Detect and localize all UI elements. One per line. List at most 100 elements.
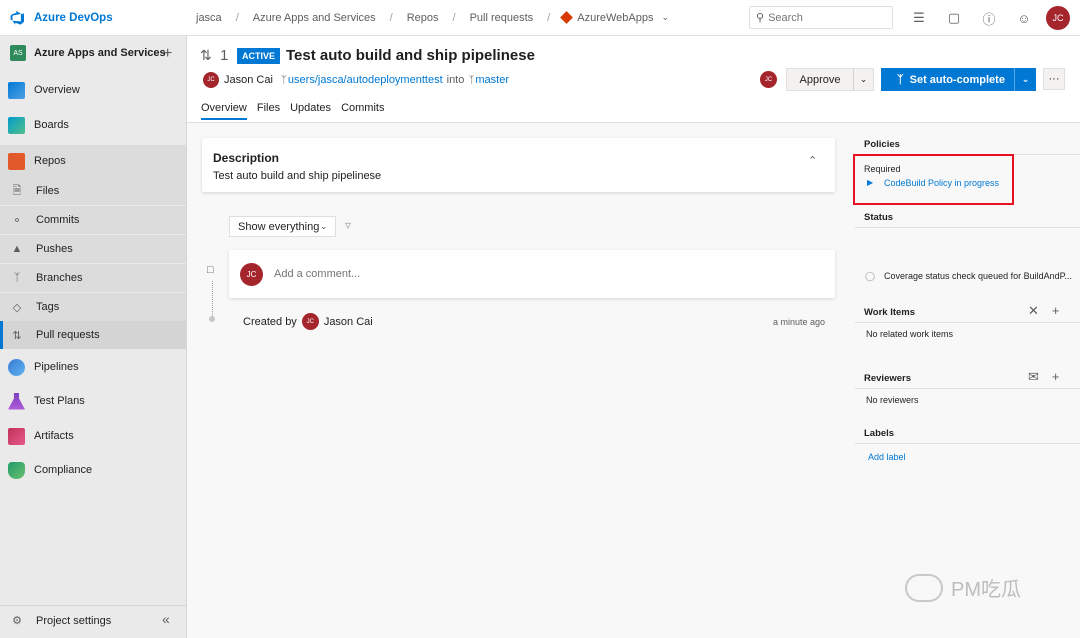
help-icon[interactable]: ⓘ [980,9,998,27]
pr-tabs: Overview Files Updates Commits [201,102,394,120]
sidebar-item-label: Boards [34,119,69,131]
into-label: into [446,74,465,86]
divider [855,388,1080,389]
brand[interactable]: Azure DevOps [0,10,187,26]
add-icon[interactable]: + [1052,369,1060,385]
timeline-dot [209,316,215,322]
comment-input[interactable] [274,268,814,280]
tab-updates[interactable]: Updates [290,102,331,120]
search-icon: ⚲ [756,12,765,24]
tab-files[interactable]: Files [257,102,280,120]
breadcrumb-project[interactable]: Azure Apps and Services [251,12,378,24]
chevron-up-icon[interactable]: ⌃ [808,154,817,167]
reviewers-actions: ✉ + [1015,369,1060,385]
mail-icon[interactable]: ✉ [1028,369,1039,385]
sidebar-item-pull-requests[interactable]: ⇅ Pull requests [0,321,186,349]
author-name[interactable]: Jason Cai [224,74,273,86]
sidebar-item-label: Test Plans [34,395,85,407]
work-items-title: Work Items [864,307,916,318]
comment-box[interactable]: JC [229,250,835,298]
status-title: Status [864,212,894,223]
user-settings-icon[interactable]: ☺ [1015,9,1033,27]
source-branch-link[interactable]: users/jasca/autodeploymenttest [288,74,443,86]
sidebar-item-label: Files [36,185,60,197]
timeline-line [212,281,213,316]
sidebar-item-pushes[interactable]: ▲ Pushes [0,235,186,263]
more-actions-button[interactable]: ··· [1043,68,1065,90]
tab-commits[interactable]: Commits [341,102,384,120]
created-event: Created by JC Jason Cai [243,313,373,330]
breadcrumb-separator: / [235,11,239,24]
work-items-actions: ✕ + [1015,303,1060,319]
creator-name[interactable]: Jason Cai [324,316,373,328]
wechat-logo-icon [905,573,943,602]
gear-icon: ⚙ [12,615,22,627]
project-header[interactable]: AS Azure Apps and Services [0,36,186,70]
sidebar-item-overview[interactable]: Overview [0,76,186,104]
work-items-empty: No related work items [866,329,954,339]
sidebar-item-compliance[interactable]: Compliance [0,456,186,484]
status-item[interactable]: Coverage status check queued for BuildAn… [884,271,1072,281]
azure-devops-logo-icon [10,10,24,25]
sidebar-item-label: Commits [36,214,80,226]
chevron-down-icon[interactable]: ⌄ [853,69,873,90]
sidebar-item-commits[interactable]: ⚬ Commits [0,206,186,234]
breadcrumb-pull-requests[interactable]: Pull requests [468,12,536,24]
breadcrumb-repos[interactable]: Repos [405,12,441,24]
sidebar-item-pipelines[interactable]: Pipelines [0,353,186,381]
sidebar-item-label: Artifacts [34,430,74,442]
breadcrumb-separator: / [547,11,551,24]
project-settings-label: Project settings [36,614,112,627]
created-timestamp: a minute ago [773,317,826,327]
chevron-down-icon: ⌄ [661,12,670,22]
test-plans-icon [8,392,25,410]
sidebar-item-boards[interactable]: Boards [0,111,186,139]
sidebar-item-repos[interactable]: Repos [0,145,186,177]
auto-complete-icon: ᛉ [897,73,904,86]
repo-name: AzureWebApps [577,11,654,24]
add-icon[interactable]: + [163,45,172,63]
collapse-sidebar-icon[interactable]: « [162,611,170,627]
commenter-avatar: JC [240,262,263,286]
breadcrumb-org[interactable]: jasca [194,12,224,24]
search-input[interactable] [768,11,879,24]
target-branch-link[interactable]: master [475,74,509,86]
close-icon[interactable]: ✕ [1028,303,1039,319]
page-title: Test auto build and ship pipelinese [286,47,535,64]
author-avatar[interactable]: JC [203,72,219,88]
sidebar-item-branches[interactable]: ᛉ Branches [0,264,186,292]
created-by-label: Created by [243,315,297,328]
list-icon[interactable]: ☰ [910,9,928,27]
sidebar-item-artifacts[interactable]: Artifacts [0,422,186,450]
add-icon[interactable]: + [1052,303,1060,319]
sidebar-item-label: Repos [34,155,66,167]
activity-filter-dropdown[interactable]: Show everything ⌄ [229,216,336,237]
sidebar-item-label: Branches [36,272,83,284]
project-settings[interactable]: ⚙ Project settings [0,605,186,635]
sidebar-item-label: Pull requests [36,329,100,341]
reviewer-avatar[interactable]: JC [760,71,777,88]
set-auto-complete-button[interactable]: ᛉ Set auto-complete ⌄ [881,68,1036,91]
branch-icon: ᛉ [280,74,287,86]
top-icons: ☰ ▢ ⓘ ☺ [910,9,1050,27]
filter-icon[interactable]: ▿ [345,218,351,232]
search-box[interactable]: ⚲ [749,6,893,29]
reviewers-empty: No reviewers [866,395,919,405]
user-avatar[interactable]: JC [1046,6,1070,30]
marketplace-bag-icon[interactable]: ▢ [945,9,963,27]
sidebar-item-files[interactable]: 🗎 Files [0,177,186,205]
chevron-down-icon[interactable]: ⌄ [1014,68,1036,91]
watermark: PM吃瓜 [905,573,1021,602]
creator-avatar[interactable]: JC [301,313,319,330]
project-name: Azure Apps and Services [34,47,166,59]
main-content: ⇅ 1 ACTIVE Test auto build and ship pipe… [187,36,1080,638]
approve-button[interactable]: Approve ⌄ [786,68,874,91]
pr-header: ⇅ 1 ACTIVE Test auto build and ship pipe… [187,36,1080,123]
sidebar-item-test-plans[interactable]: Test Plans [0,387,186,415]
repo-selector[interactable]: AzureWebApps ⌄ [560,11,670,24]
breadcrumb-separator: / [389,11,393,24]
pipelines-icon [8,358,25,376]
tab-overview[interactable]: Overview [201,102,247,120]
sidebar-item-tags[interactable]: ◇ Tags [0,293,186,321]
add-label-link[interactable]: Add label [868,452,906,462]
